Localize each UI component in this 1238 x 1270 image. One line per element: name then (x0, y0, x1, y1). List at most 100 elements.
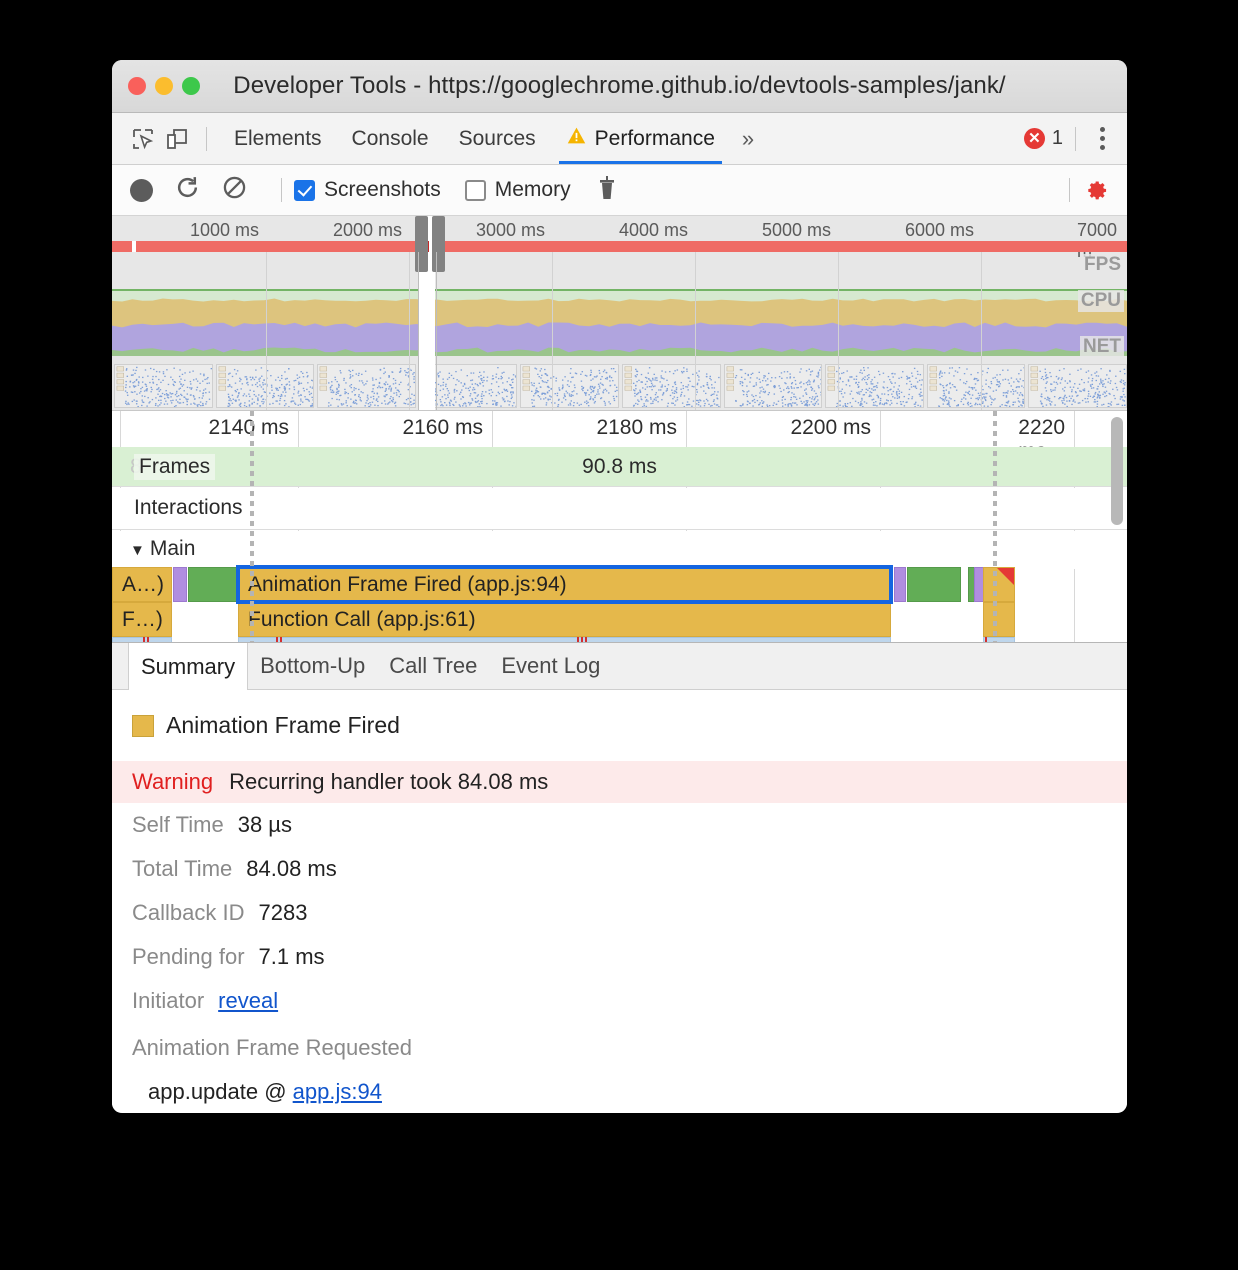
flame-chart-ruler: 2140 ms 2160 ms 2180 ms 2200 ms 2220 ms (112, 411, 1127, 463)
overview-tick: 6000 ms (904, 220, 974, 240)
close-window-button[interactable] (128, 77, 146, 95)
filmstrip-thumbnail[interactable] (1028, 364, 1127, 408)
overview-tick: 3000 ms (475, 220, 545, 240)
window-traffic-lights (128, 77, 200, 95)
flame-chart-panel[interactable]: 2140 ms 2160 ms 2180 ms 2200 ms 2220 ms … (112, 410, 1127, 642)
screenshots-checkbox[interactable]: Screenshots (294, 178, 441, 202)
event-name: Animation Frame Fired (166, 712, 400, 738)
divider (206, 126, 207, 151)
flame-track-row[interactable]: F…) Function Call (app.js:61) (112, 602, 1127, 637)
flame-bar[interactable] (188, 567, 240, 602)
overview-gridline (695, 252, 696, 410)
filmstrip-thumbnail[interactable] (723, 364, 823, 408)
overview-tick: 2000 ms (332, 220, 402, 240)
more-tabs-chevron-icon[interactable]: » (730, 126, 766, 152)
long-task-band (112, 241, 1127, 252)
kebab-menu-icon[interactable] (1088, 127, 1117, 150)
tab-event-log[interactable]: Event Log (489, 643, 612, 689)
overview-tick: 4000 ms (618, 220, 688, 240)
flame-bar-truncated[interactable]: A…) (112, 567, 172, 602)
interactions-track[interactable]: Interactions (112, 488, 1127, 530)
window-title: Developer Tools - https://googlechrome.g… (233, 72, 1006, 99)
flame-chart-scrollbar[interactable] (1111, 417, 1123, 525)
details-tab-bar: Summary Bottom-Up Call Tree Event Log (112, 643, 1127, 690)
tab-console[interactable]: Console (337, 113, 444, 164)
filmstrip-thumbnail[interactable] (317, 364, 416, 408)
flame-chart-body[interactable]: 8 Frames 90.8 ms Interactions ▼Main A…) … (112, 411, 1127, 642)
memory-checkbox[interactable]: Memory (464, 178, 571, 202)
divider (281, 178, 282, 202)
detail-value: 38 µs (237, 812, 292, 837)
frames-track-label: Frames (134, 453, 216, 480)
flame-track-row[interactable]: A…) Animation Frame Fired (app.js:94) (112, 565, 1127, 604)
filmstrip-thumbnail[interactable] (825, 364, 924, 408)
detail-row-initiator: Initiator reveal (132, 979, 1127, 1023)
maximize-window-button[interactable] (182, 77, 200, 95)
flame-bar-truncated[interactable]: F…) (112, 602, 172, 637)
filmstrip-thumbnail[interactable] (621, 364, 721, 408)
tab-label: Console (351, 126, 429, 150)
reload-and-record-button[interactable] (175, 175, 200, 205)
detail-value: 7283 (258, 900, 308, 925)
selection-edge (436, 252, 437, 410)
divider (1075, 126, 1076, 151)
cpu-band-label: CPU (1077, 290, 1124, 312)
frame-boundary-line (250, 411, 254, 642)
reload-record-icon (175, 175, 200, 205)
tab-summary[interactable]: Summary (128, 643, 249, 690)
summary-content: Animation Frame Fired Warning Recurring … (112, 690, 1127, 1105)
overview-gridline (409, 252, 410, 410)
selection-handle-right[interactable] (432, 216, 445, 272)
tab-sources[interactable]: Sources (444, 113, 551, 164)
timeline-overview[interactable]: 1000 ms 2000 ms 3000 ms 4000 ms 5000 ms … (112, 216, 1127, 410)
detail-key: Total Time (132, 856, 233, 881)
performance-controls-bar: Screenshots Memory (112, 165, 1127, 216)
reveal-initiator-link[interactable]: reveal (218, 988, 278, 1014)
details-panel: Summary Bottom-Up Call Tree Event Log An… (112, 642, 1127, 1112)
clear-recording-button[interactable] (222, 175, 247, 205)
filmstrip-thumbnail[interactable] (215, 364, 315, 408)
event-title: Animation Frame Fired (132, 712, 1127, 739)
tab-performance[interactable]: Performance (551, 113, 730, 164)
divider (1069, 178, 1070, 202)
expand-triangle-icon[interactable]: ▼ (130, 542, 145, 559)
filmstrip-thumbnail[interactable] (520, 364, 619, 408)
net-band-label: NET (1080, 336, 1124, 358)
tab-bottom-up[interactable]: Bottom-Up (248, 643, 377, 689)
details-tab-label: Summary (141, 653, 236, 679)
warning-triangle-icon (566, 125, 587, 152)
tab-elements[interactable]: Elements (219, 113, 337, 164)
detail-row-callback-id: Callback ID 7283 (132, 891, 1127, 935)
record-button[interactable] (130, 178, 153, 202)
flame-bar-selected[interactable]: Animation Frame Fired (app.js:94) (236, 565, 893, 604)
source-link[interactable]: app.js:94 (293, 1079, 382, 1104)
flame-bar[interactable] (983, 602, 1015, 637)
stack-section-heading: Animation Frame Requested (132, 1035, 413, 1060)
error-badge[interactable]: ✕ 1 (1023, 127, 1063, 150)
flame-bar[interactable] (907, 567, 961, 602)
frames-track[interactable]: 8 Frames 90.8 ms (112, 447, 1127, 487)
device-toolbar-icon[interactable] (160, 122, 194, 156)
flame-bar[interactable] (173, 567, 187, 602)
collect-garbage-button[interactable] (595, 175, 619, 206)
filmstrip-thumbnail[interactable] (926, 364, 1026, 408)
main-track-header[interactable]: ▼ Main (112, 531, 1127, 569)
error-count: 1 (1051, 127, 1063, 149)
flame-bar-child[interactable]: Function Call (app.js:61) (238, 602, 891, 637)
minimize-window-button[interactable] (155, 77, 173, 95)
selection-handle-left[interactable] (415, 216, 428, 272)
flame-bar[interactable] (894, 567, 906, 602)
record-circle-icon (130, 178, 153, 202)
settings-button[interactable] (1082, 174, 1109, 206)
memory-label: Memory (494, 178, 571, 201)
interactions-track-label: Interactions (134, 496, 243, 519)
overview-gridline (266, 252, 267, 410)
filmstrip-thumbnail[interactable] (114, 364, 213, 408)
flame-tick: 2200 ms (790, 416, 871, 439)
main-track-label: ▼ Main (130, 537, 196, 560)
flame-bar[interactable] (983, 567, 1015, 602)
inspect-element-icon[interactable] (126, 122, 160, 156)
flame-tick: 2160 ms (402, 416, 483, 439)
stack-frame-row: app.update @ app.js:94 (132, 1065, 1127, 1105)
tab-call-tree[interactable]: Call Tree (377, 643, 489, 689)
